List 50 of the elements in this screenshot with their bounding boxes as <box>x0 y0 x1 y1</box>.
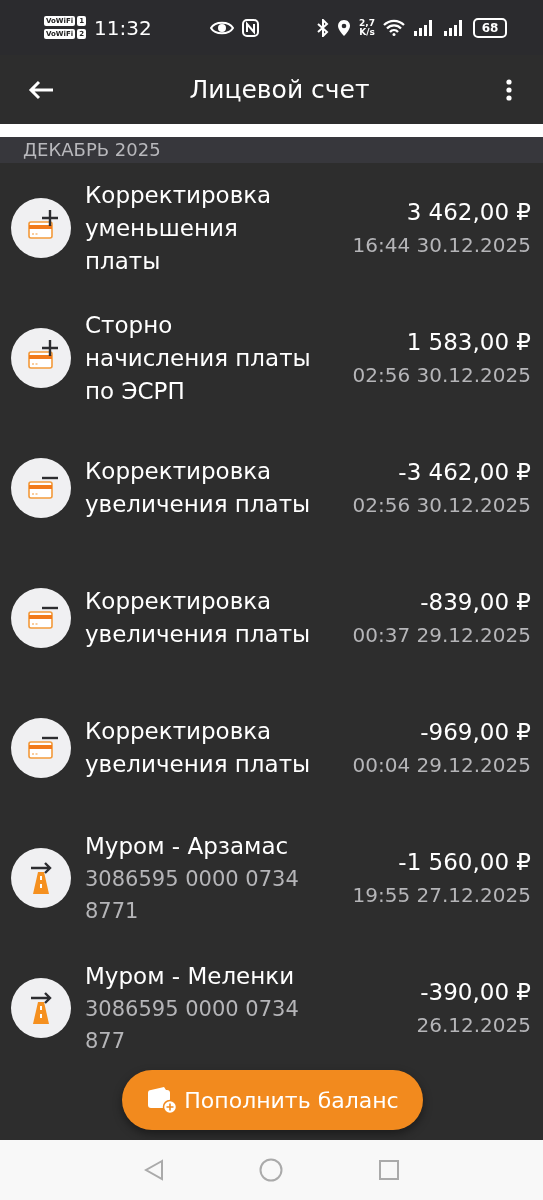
operation-time: 26.12.2025 <box>416 1012 531 1039</box>
wallet-plus-icon <box>146 1085 179 1115</box>
operation-amount: -1 560,00 ₽ <box>398 848 531 877</box>
card-number: 877 <box>85 1027 127 1055</box>
month-label: ДЕКАБРЬ 2025 <box>23 139 161 161</box>
operation-title: Сторно начисления платы по ЭСРП <box>85 310 312 406</box>
eye-icon <box>209 19 234 36</box>
status-time: 11:32 <box>94 15 152 40</box>
operation-amount: -839,00 ₽ <box>420 588 531 617</box>
operation-amount: -969,00 ₽ <box>420 718 531 747</box>
nfc-icon <box>241 18 259 37</box>
wifi-icon <box>383 19 405 36</box>
card-minus-icon <box>11 458 71 518</box>
card-number: 3086595 0000 0734 <box>85 995 300 1023</box>
card-minus-icon <box>11 718 71 778</box>
card-number: 8771 <box>85 897 140 925</box>
card-plus-icon <box>11 328 71 388</box>
signal-icon <box>443 19 465 36</box>
operation-amount: 1 583,00 ₽ <box>406 328 531 357</box>
card-plus-icon <box>11 198 71 258</box>
more-menu-icon[interactable] <box>505 78 513 101</box>
signal-icon <box>413 19 435 36</box>
operation-amount: 3 462,00 ₽ <box>406 198 531 227</box>
operation-title: Корректировка уменьшения платы <box>85 180 273 276</box>
operation-title: Корректировка увеличения платы <box>85 457 312 519</box>
operation-time: 00:37 29.12.2025 <box>352 622 531 649</box>
bluetooth-icon <box>317 18 330 37</box>
home-nav-icon[interactable] <box>258 1158 283 1182</box>
back-nav-icon[interactable] <box>143 1159 164 1181</box>
operation-time: 00:04 29.12.2025 <box>352 752 531 779</box>
recents-nav-icon[interactable] <box>377 1159 400 1181</box>
operation-title: Корректировка увеличения платы <box>85 587 312 649</box>
operation-time: 02:56 30.12.2025 <box>352 492 531 519</box>
operation-title: Муром - Меленки <box>85 961 296 991</box>
operation-time: 02:56 30.12.2025 <box>352 362 531 389</box>
operation-title: Корректировка увеличения платы <box>85 717 312 779</box>
operation-time: 19:55 27.12.2025 <box>352 882 531 909</box>
back-arrow-icon[interactable] <box>28 79 54 100</box>
operation-time: 16:44 30.12.2025 <box>352 232 531 259</box>
speed-unit: K/s <box>359 27 375 37</box>
network-speed: 2,7 <box>359 18 375 28</box>
battery-level: 68 <box>481 20 499 35</box>
operation-amount: -3 462,00 ₽ <box>398 458 531 487</box>
card-minus-icon <box>11 588 71 648</box>
operation-title: Муром - Арзамас <box>85 831 290 861</box>
top-up-button[interactable]: Пополнить баланс <box>122 1070 423 1130</box>
location-icon <box>337 18 352 37</box>
operation-amount: -390,00 ₽ <box>420 978 531 1007</box>
screen-title: Лицевой счет <box>188 75 371 104</box>
card-number: 3086595 0000 0734 <box>85 865 300 893</box>
